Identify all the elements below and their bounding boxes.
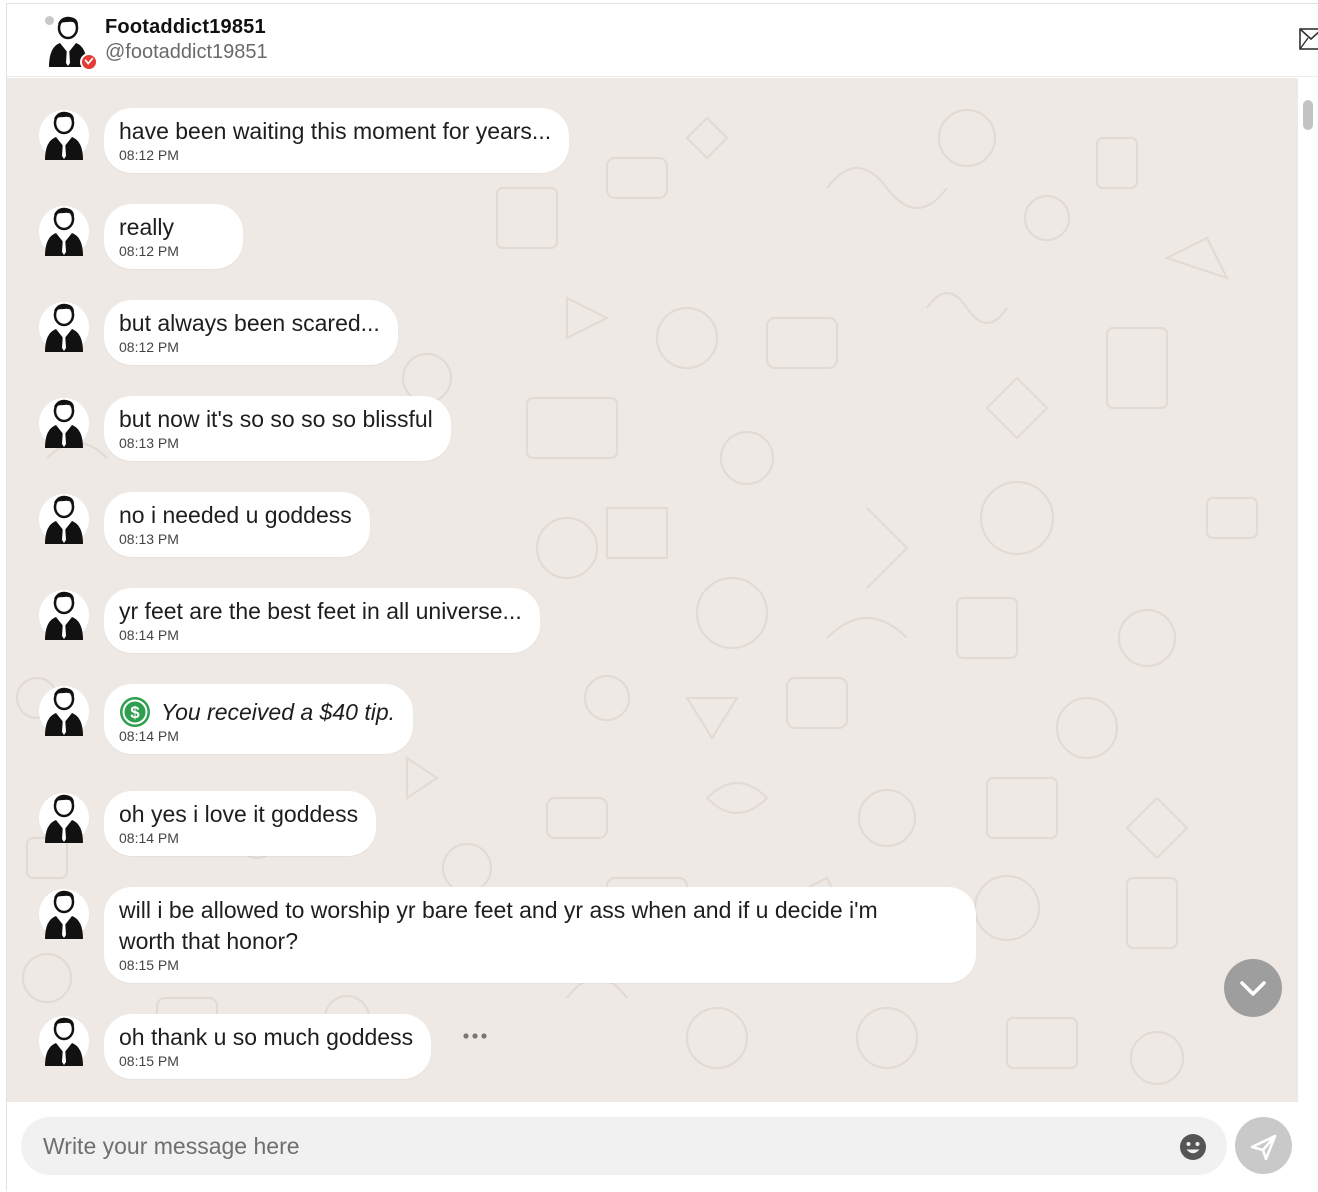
message-time: 08:15 PM [119,957,179,973]
sender-avatar[interactable] [39,492,89,546]
sender-avatar[interactable] [39,108,89,162]
message-text: but now it's so so so so blissful [119,406,433,432]
message-time: 08:12 PM [119,339,179,355]
sender-avatar[interactable] [39,887,89,941]
tip-row: $ You received a $40 tip. [119,696,395,728]
svg-text:$: $ [130,703,140,722]
envelope-icon[interactable] [1297,26,1318,52]
message-list[interactable]: have been waiting this moment for years.… [7,78,1298,1102]
sender-avatar[interactable] [39,684,89,738]
message-composer [7,1102,1318,1192]
paper-plane-icon [1250,1134,1277,1161]
message-text: really [119,214,174,240]
tip-message-bubble[interactable]: $ You received a $40 tip. 08:14 PM [104,684,413,754]
online-status-dot [45,16,54,25]
sender-avatar[interactable] [39,396,89,450]
message-bubble[interactable]: yr feet are the best feet in all univers… [104,588,540,653]
contact-name[interactable]: Footaddict19851 [105,16,266,39]
message-text: but always been scared... [119,310,380,336]
contact-handle: @footaddict19851 [105,41,268,63]
message-text: will i be allowed to worship yr bare fee… [119,897,878,954]
sender-avatar[interactable] [39,791,89,845]
sender-avatar[interactable] [39,300,89,354]
chat-window: Footaddict19851 @footaddict19851 have be… [6,3,1318,1192]
sender-avatar[interactable] [39,1014,89,1068]
message-time: 08:13 PM [119,435,179,451]
message-input[interactable] [21,1117,1227,1175]
scroll-down-button[interactable] [1224,959,1282,1017]
scrollbar[interactable] [1298,78,1318,1102]
scrollbar-thumb[interactable] [1303,100,1313,130]
message-bubble[interactable]: no i needed u goddess 08:13 PM [104,492,370,557]
message-time: 08:12 PM [119,243,179,259]
message-bubble[interactable]: but always been scared... 08:12 PM [104,300,398,365]
message-time: 08:12 PM [119,147,179,163]
sender-avatar[interactable] [39,204,89,258]
message-bubble[interactable]: oh thank u so much goddess 08:15 PM [104,1014,432,1079]
chat-header: Footaddict19851 @footaddict19851 [7,4,1318,77]
message-text: oh thank u so much goddess [119,1024,414,1050]
message-text: yr feet are the best feet in all univers… [119,598,522,624]
tip-text: You received a $40 tip. [161,698,395,725]
message-bubble[interactable]: but now it's so so so so blissful 08:13 … [104,396,451,461]
message-text: oh yes i love it goddess [119,801,359,827]
message-bubble[interactable]: have been waiting this moment for years.… [104,108,570,173]
message-time: 08:14 PM [119,627,179,643]
dollar-coin-icon: $ [120,697,150,727]
smiley-icon[interactable] [1179,1133,1207,1161]
message-bubble[interactable]: really 08:12 PM [104,204,243,269]
chevron-down-icon [1240,981,1266,996]
message-time: 08:14 PM [119,830,179,846]
verified-badge-icon [80,53,98,71]
message-time: 08:14 PM [119,728,179,744]
message-time: 08:15 PM [119,1053,179,1069]
message-bubble[interactable]: will i be allowed to worship yr bare fee… [104,887,976,983]
message-text: no i needed u goddess [119,502,352,528]
message-text: have been waiting this moment for years.… [119,118,552,144]
message-time: 08:13 PM [119,531,179,547]
send-button[interactable] [1235,1117,1292,1174]
sender-avatar[interactable] [39,588,89,642]
message-bubble[interactable]: oh yes i love it goddess 08:14 PM [104,791,377,856]
more-options-icon[interactable] [463,1033,487,1039]
